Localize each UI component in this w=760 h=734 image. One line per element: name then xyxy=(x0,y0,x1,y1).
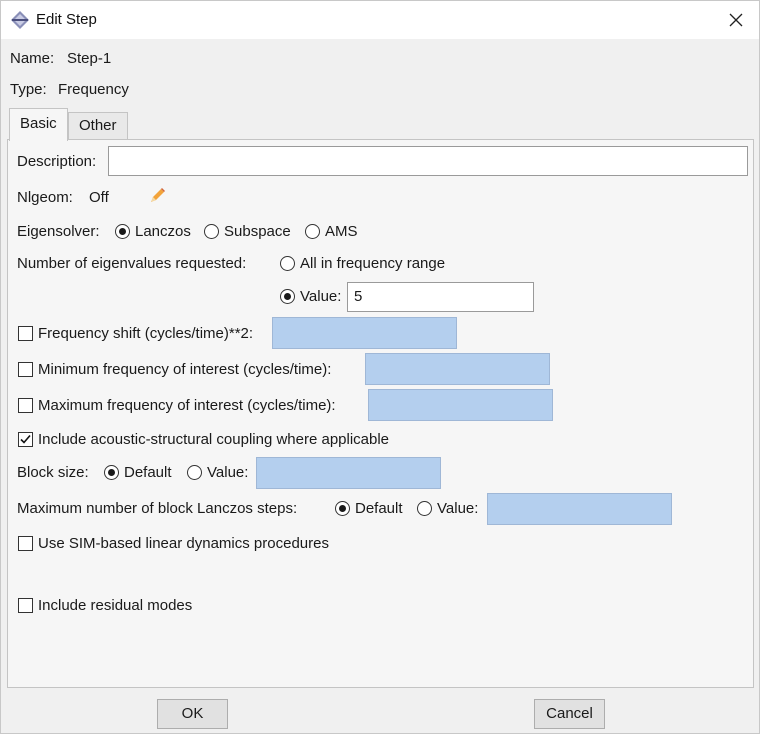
block-size-value-input[interactable] xyxy=(256,457,441,489)
tab-basic-label: Basic xyxy=(20,115,57,132)
type-value: Frequency xyxy=(58,81,129,98)
sim-based-checkbox[interactable] xyxy=(18,536,33,551)
acoustic-coupling-checkbox[interactable] xyxy=(18,432,33,447)
eigenvalues-all-label: All in frequency range xyxy=(300,255,446,272)
block-size-default-radio[interactable] xyxy=(104,465,119,480)
nlgeom-value: Off xyxy=(89,189,109,206)
block-size-default-label: Default xyxy=(124,464,172,481)
checkmark-icon xyxy=(20,434,31,444)
max-block-lanczos-value-radio[interactable] xyxy=(417,501,432,516)
title-bar: Edit Step xyxy=(1,1,759,39)
eigenvalues-value-label: Value: xyxy=(300,288,342,305)
max-frequency-input[interactable] xyxy=(368,389,553,421)
name-label: Name: xyxy=(10,50,55,67)
close-icon xyxy=(729,13,743,27)
max-block-lanczos-default-label: Default xyxy=(355,500,403,517)
eigensolver-label: Eigensolver: xyxy=(17,223,100,240)
max-block-lanczos-label: Maximum number of block Lanczos steps: xyxy=(17,500,298,517)
acoustic-coupling-label: Include acoustic-structural coupling whe… xyxy=(38,431,390,448)
edit-step-dialog: Edit Step Name: Step-1 Type: Frequency B… xyxy=(0,0,760,734)
eigenvalues-label: Number of eigenvalues requested: xyxy=(17,255,247,272)
frequency-shift-checkbox[interactable] xyxy=(18,326,33,341)
block-size-value-label: Value: xyxy=(207,464,249,481)
description-label: Description: xyxy=(17,153,97,170)
description-input[interactable] xyxy=(108,146,748,176)
window-title: Edit Step xyxy=(36,11,97,28)
sim-based-label: Use SIM-based linear dynamics procedures xyxy=(38,535,329,552)
block-size-value-radio[interactable] xyxy=(187,465,202,480)
min-frequency-input[interactable] xyxy=(365,353,550,385)
eigensolver-lanczos-label: Lanczos xyxy=(135,223,191,240)
max-frequency-checkbox[interactable] xyxy=(18,398,33,413)
frequency-shift-label: Frequency shift (cycles/time)**2: xyxy=(38,325,254,342)
eigensolver-ams-label: AMS xyxy=(325,223,358,240)
max-frequency-label: Maximum frequency of interest (cycles/ti… xyxy=(38,397,336,414)
app-icon xyxy=(11,11,29,29)
max-block-lanczos-value-input[interactable] xyxy=(487,493,672,525)
ok-button[interactable]: OK xyxy=(157,699,228,729)
nlgeom-label: Nlgeom: xyxy=(17,189,73,206)
tab-other[interactable]: Other xyxy=(68,112,128,140)
tab-other-label: Other xyxy=(79,117,117,134)
min-frequency-label: Minimum frequency of interest (cycles/ti… xyxy=(38,361,332,378)
eigensolver-ams-radio[interactable] xyxy=(305,224,320,239)
close-button[interactable] xyxy=(713,1,759,39)
eigensolver-subspace-label: Subspace xyxy=(224,223,291,240)
eigenvalues-value-radio[interactable] xyxy=(280,289,295,304)
eigenvalues-all-radio[interactable] xyxy=(280,256,295,271)
tab-basic[interactable]: Basic xyxy=(9,108,68,141)
name-value: Step-1 xyxy=(67,50,112,67)
eigensolver-lanczos-radio[interactable] xyxy=(115,224,130,239)
block-size-label: Block size: xyxy=(17,464,89,481)
cancel-button[interactable]: Cancel xyxy=(534,699,605,729)
type-label: Type: xyxy=(10,81,47,98)
max-block-lanczos-default-radio[interactable] xyxy=(335,501,350,516)
pencil-edit-icon[interactable] xyxy=(147,186,167,206)
residual-modes-label: Include residual modes xyxy=(38,597,193,614)
max-block-lanczos-value-label: Value: xyxy=(437,500,479,517)
min-frequency-checkbox[interactable] xyxy=(18,362,33,377)
frequency-shift-input[interactable] xyxy=(272,317,457,349)
residual-modes-checkbox[interactable] xyxy=(18,598,33,613)
eigenvalues-value-input[interactable]: 5 xyxy=(347,282,534,312)
eigensolver-subspace-radio[interactable] xyxy=(204,224,219,239)
